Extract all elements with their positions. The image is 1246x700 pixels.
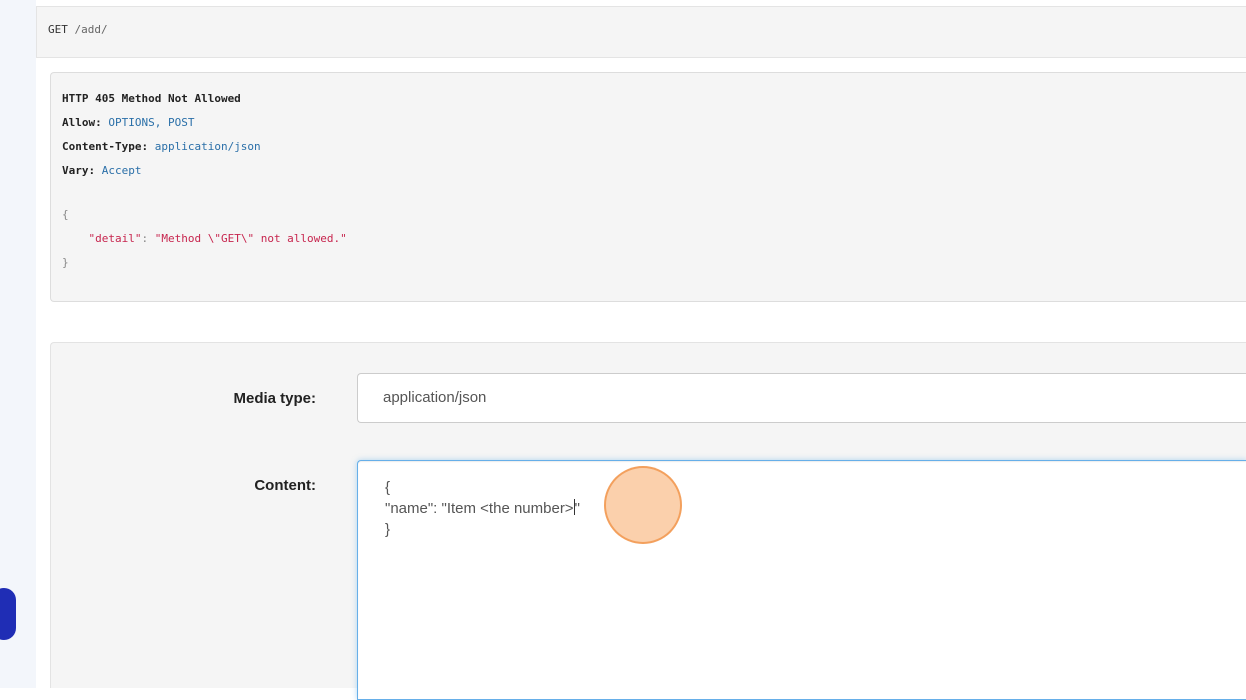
header-name: Content-Type: bbox=[62, 140, 149, 153]
side-floating-button[interactable] bbox=[0, 588, 16, 640]
content-text-after-caret: " bbox=[574, 500, 580, 517]
response-header-content-type: Content-Type: application/json bbox=[62, 135, 1246, 159]
raw-data-form: Media type: application/json Content: { … bbox=[50, 342, 1246, 700]
left-margin bbox=[0, 0, 36, 688]
request-line: GET /add/ bbox=[36, 6, 1246, 58]
header-value: OPTIONS, POST bbox=[108, 116, 195, 129]
response-status: HTTP 405 Method Not Allowed bbox=[62, 92, 241, 105]
header-name: Vary: bbox=[62, 164, 96, 177]
media-type-select[interactable]: application/json bbox=[357, 373, 1246, 423]
json-detail-line: "detail": "Method \"GET\" not allowed." bbox=[62, 227, 1246, 251]
json-value: "Method \"GET\" not allowed." bbox=[154, 232, 347, 245]
content-line-2: "name": "Item <the number>" bbox=[385, 498, 1246, 519]
header-name: Allow: bbox=[62, 116, 102, 129]
header-value: Accept bbox=[101, 164, 142, 177]
content-textarea[interactable]: { "name": "Item <the number>" } bbox=[357, 460, 1246, 700]
content-line-1: { bbox=[385, 479, 391, 496]
response-panel: HTTP 405 Method Not Allowed Allow: OPTIO… bbox=[50, 72, 1246, 302]
json-close-brace: } bbox=[62, 256, 69, 269]
content-text-before-caret: "name": "Item <the number> bbox=[385, 500, 574, 517]
content-line-3: } bbox=[385, 521, 391, 538]
content-label: Content: bbox=[254, 477, 316, 494]
json-colon: : bbox=[141, 232, 155, 245]
request-method: GET bbox=[48, 23, 68, 36]
response-header-vary: Vary: Accept bbox=[62, 159, 1246, 183]
response-header-allow: Allow: OPTIONS, POST bbox=[62, 111, 1246, 135]
header-value: application/json bbox=[154, 140, 261, 153]
media-type-label: Media type: bbox=[233, 390, 316, 407]
request-path: /add/ bbox=[74, 23, 108, 36]
json-open-brace: { bbox=[62, 208, 69, 221]
json-key: "detail" bbox=[88, 232, 142, 245]
